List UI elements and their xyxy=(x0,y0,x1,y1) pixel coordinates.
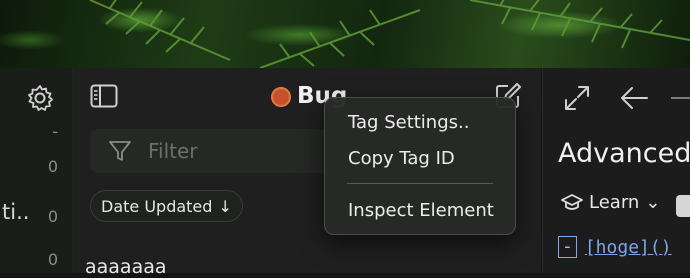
sort-direction-icon: ↓ xyxy=(218,196,232,216)
learn-dropdown[interactable]: Learn ⌄ xyxy=(561,192,660,213)
chevron-down-icon: ⌄ xyxy=(645,192,661,213)
tag-sidebar: - 0 0 0 ti.. xyxy=(0,68,73,273)
note-list-item-title[interactable]: aaaaaaa xyxy=(85,256,167,278)
learn-label: Learn xyxy=(589,192,640,213)
sidebar-toggle-icon[interactable] xyxy=(90,84,118,108)
tag-color-dot xyxy=(271,87,291,107)
play-icon[interactable] xyxy=(676,195,690,217)
menu-item-copy-tag-id[interactable]: Copy Tag ID xyxy=(348,148,455,169)
tag-count: 0 xyxy=(47,207,58,226)
filter-placeholder: Filter xyxy=(148,139,198,163)
sort-button[interactable]: Date Updated ↓ xyxy=(90,190,243,222)
context-menu: Tag Settings.. Copy Tag ID Inspect Eleme… xyxy=(324,97,516,235)
fern-icon xyxy=(89,0,690,68)
expand-icon[interactable] xyxy=(563,84,591,112)
filter-icon xyxy=(109,141,131,161)
tag-count: 0 xyxy=(47,157,58,176)
tag-count: 0 xyxy=(47,250,58,269)
tag-label-truncated[interactable]: ti.. xyxy=(2,200,29,224)
tag-count: - xyxy=(52,122,58,141)
markdown-link[interactable]: [hoge]() xyxy=(585,237,672,258)
arrow-right-icon[interactable] xyxy=(671,84,690,112)
graduation-cap-icon xyxy=(561,193,583,210)
sort-label: Date Updated xyxy=(101,196,213,216)
arrow-left-icon[interactable] xyxy=(619,84,649,112)
menu-separator xyxy=(347,183,493,184)
menu-item-inspect-element[interactable]: Inspect Element xyxy=(348,200,494,221)
note-title[interactable]: Advanced xyxy=(558,138,690,169)
code-minus: - xyxy=(558,236,577,258)
editor-panel: Advanced Learn ⌄ - [hoge]() xyxy=(542,68,690,273)
gear-icon[interactable] xyxy=(26,84,54,112)
code-line: - [hoge]() xyxy=(558,236,672,258)
desktop-wallpaper xyxy=(0,0,690,68)
menu-item-tag-settings[interactable]: Tag Settings.. xyxy=(348,112,469,133)
